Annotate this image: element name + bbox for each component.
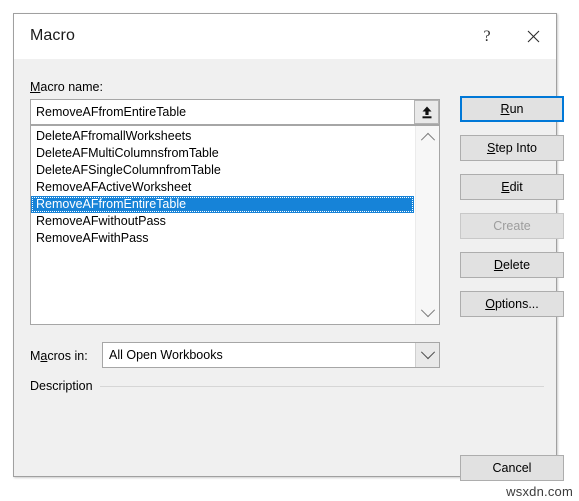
create-button: Create xyxy=(460,213,564,239)
list-item[interactable]: DeleteAFfromallWorksheets xyxy=(31,128,414,145)
list-item[interactable]: RemoveAFwithoutPass xyxy=(31,213,414,230)
dialog-title: Macro xyxy=(30,27,75,44)
scrollbar-down-button[interactable] xyxy=(416,302,439,324)
macros-in-label-rest: cros in: xyxy=(47,349,88,363)
description-label: Description xyxy=(30,379,93,393)
cancel-button[interactable]: Cancel xyxy=(460,455,564,481)
cancel-button-label: Cancel xyxy=(492,461,532,475)
list-item[interactable]: RemoveAFActiveWorksheet xyxy=(31,179,414,196)
macros-in-select[interactable]: All Open Workbooks xyxy=(102,342,440,368)
options-button[interactable]: Options... xyxy=(460,291,564,317)
run-button-accel: R xyxy=(500,102,510,116)
create-button-label: Create xyxy=(493,219,531,233)
help-button[interactable]: ? xyxy=(464,14,510,59)
options-button-accel: O xyxy=(485,297,495,311)
question-mark-icon: ? xyxy=(483,27,491,45)
macro-name-label-rest: acro name: xyxy=(40,80,103,94)
macro-listbox[interactable]: DeleteAFfromallWorksheets DeleteAFMultiC… xyxy=(30,125,440,325)
dialog-body: Macro name: DeleteAFfromallWorksheets De… xyxy=(14,59,564,481)
chevron-up-icon xyxy=(420,132,435,147)
macros-in-value: All Open Workbooks xyxy=(109,348,223,362)
upload-arrow-button[interactable] xyxy=(414,100,439,124)
macro-name-input[interactable] xyxy=(31,100,414,124)
chevron-down-icon xyxy=(420,303,435,318)
dialog-titlebar: Macro ? xyxy=(14,14,556,59)
macro-list[interactable]: DeleteAFfromallWorksheets DeleteAFMultiC… xyxy=(31,126,414,324)
macro-name-label-accel: M xyxy=(30,80,41,94)
step-into-button-accel: S xyxy=(486,141,496,155)
description-separator xyxy=(100,386,544,387)
edit-button-label: dit xyxy=(509,180,523,194)
step-into-button[interactable]: Step Into xyxy=(460,135,564,161)
macro-name-label: Macro name: xyxy=(30,80,103,94)
delete-button[interactable]: Delete xyxy=(460,252,564,278)
upload-arrow-icon xyxy=(422,106,431,118)
macros-in-label: Macros in: xyxy=(30,349,88,363)
chevron-down-icon xyxy=(420,345,435,360)
list-item-selected[interactable]: RemoveAFfromEntireTable xyxy=(31,196,414,213)
scrollbar-up-button[interactable] xyxy=(416,126,439,148)
list-item[interactable]: DeleteAFMultiColumnsfromTable xyxy=(31,145,414,162)
macro-name-field-wrapper xyxy=(30,99,440,125)
list-scrollbar[interactable] xyxy=(415,126,439,324)
run-button[interactable]: Run xyxy=(460,96,564,122)
run-button-label: un xyxy=(509,102,524,116)
close-button[interactable] xyxy=(510,14,556,59)
macro-dialog: Macro ? Macro name: RemoveAFfromEntireTa… xyxy=(13,13,564,481)
delete-button-accel: D xyxy=(493,258,503,272)
delete-button-label: elete xyxy=(502,258,531,272)
list-item[interactable]: RemoveAFwithPass xyxy=(31,230,414,247)
step-into-button-label: tep Into xyxy=(495,141,538,155)
list-item[interactable]: DeleteAFSingleColumnfromTable xyxy=(31,162,414,179)
edit-button[interactable]: Edit xyxy=(460,174,564,200)
edit-button-accel: E xyxy=(501,180,510,194)
close-icon xyxy=(527,30,539,43)
watermark: wsxdn.com xyxy=(506,484,573,499)
macros-in-dropdown-button[interactable] xyxy=(415,343,439,367)
options-button-label: ptions... xyxy=(494,297,539,311)
macros-in-label-prefix: M xyxy=(30,349,41,363)
